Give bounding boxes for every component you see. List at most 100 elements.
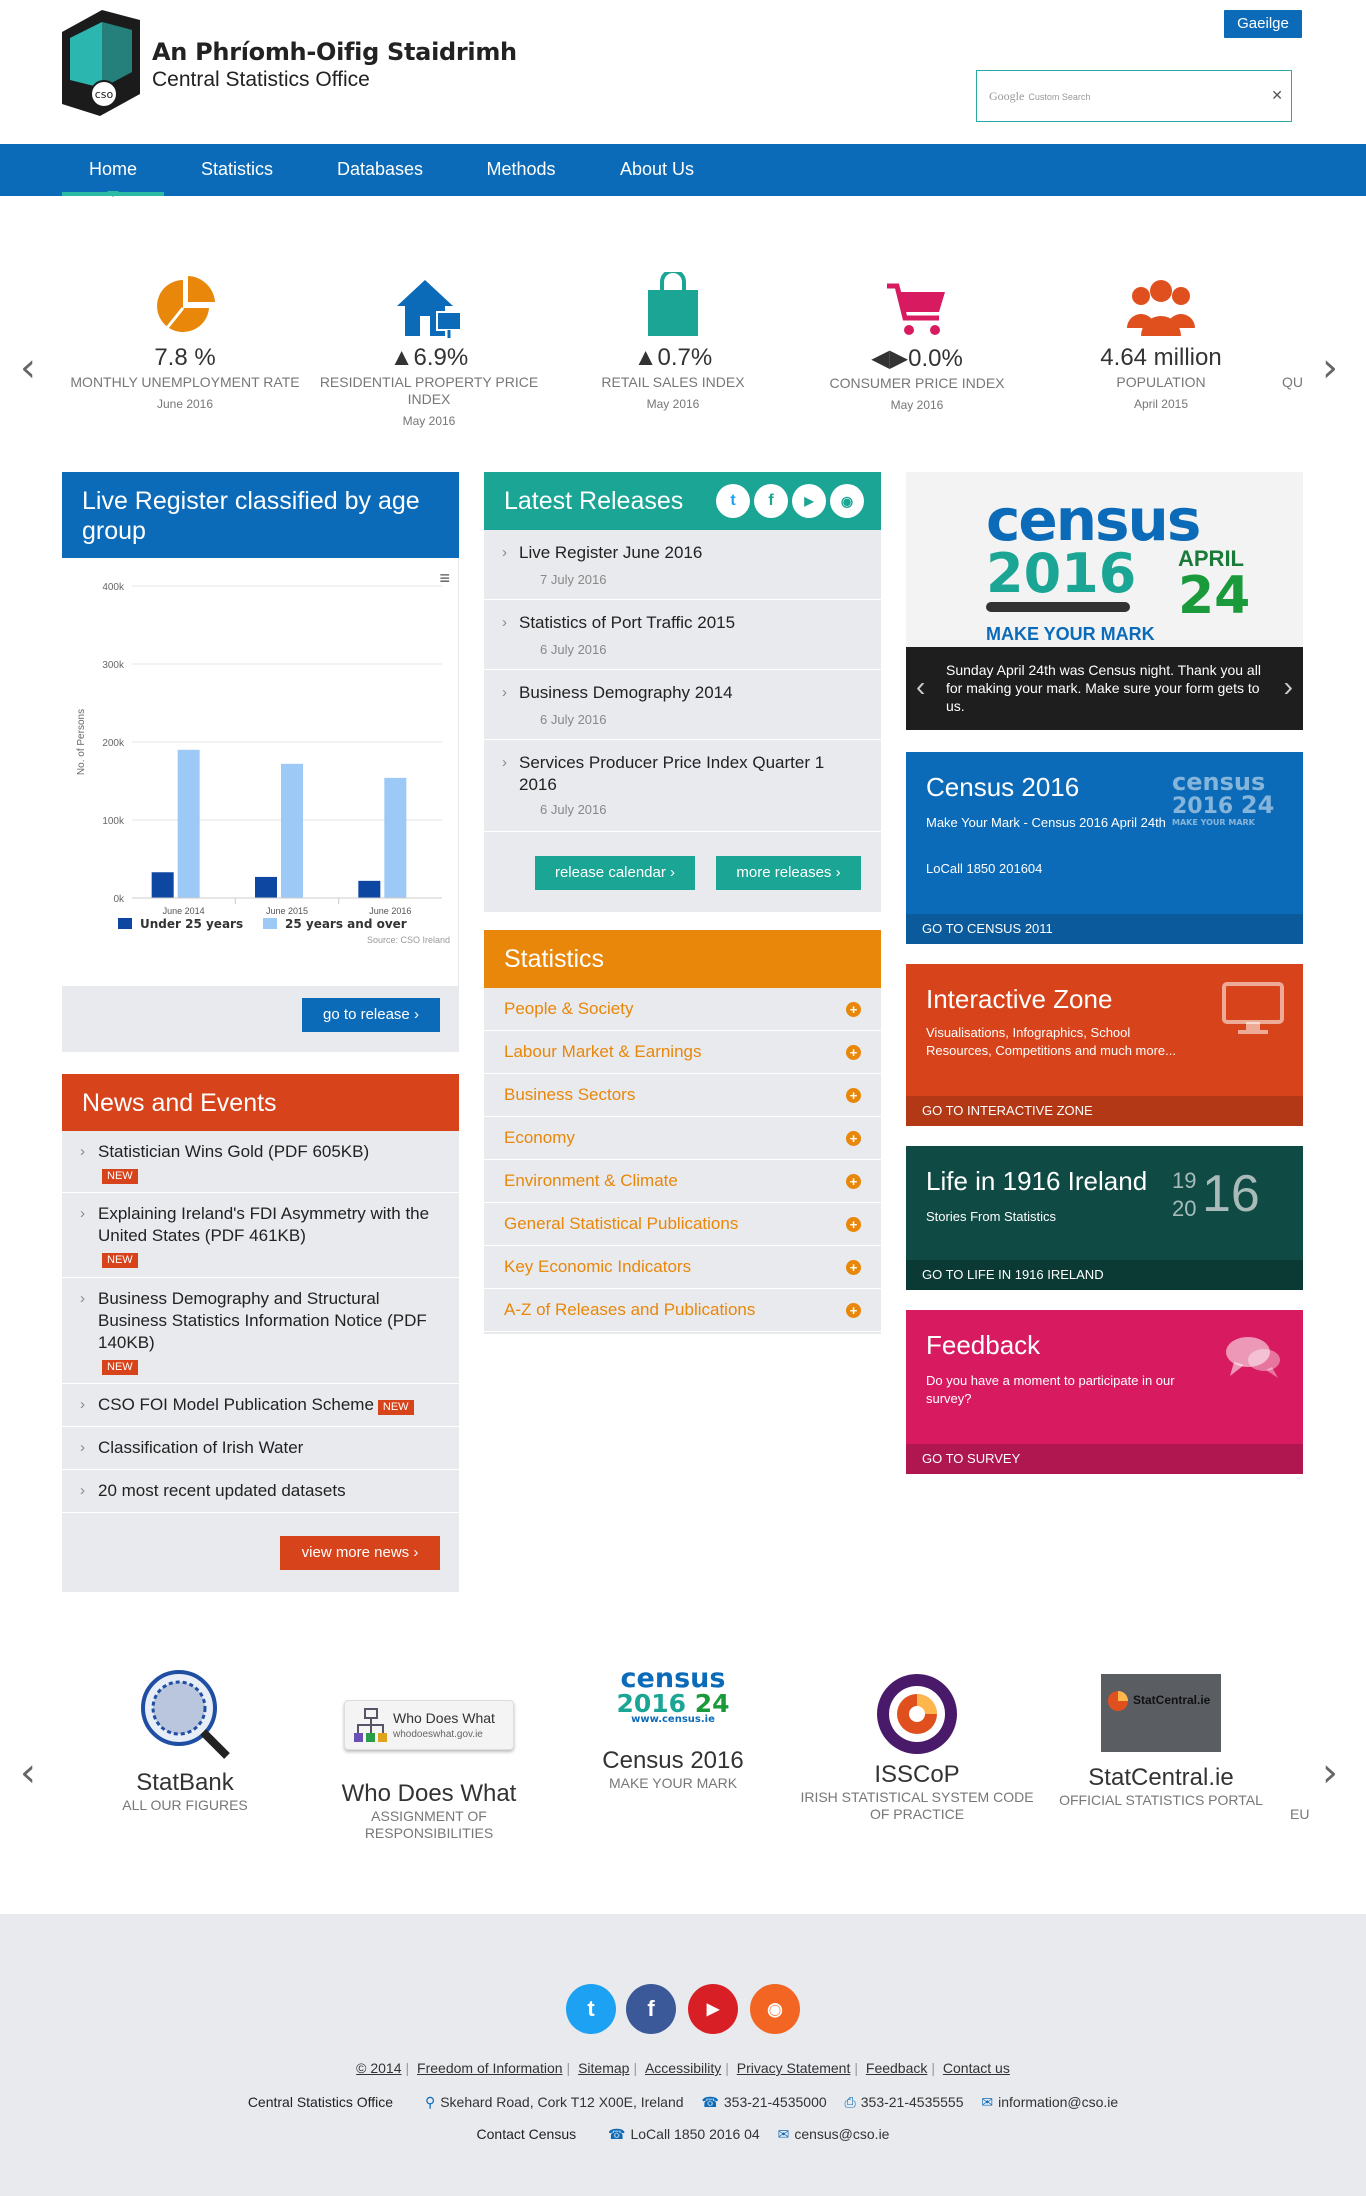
shopping-cart-icon	[887, 283, 945, 335]
partner-statbank[interactable]: StatBank ALL OUR FIGURES	[65, 1664, 305, 1814]
partners-prev-arrow[interactable]: ‹	[20, 1750, 36, 1796]
stat-population[interactable]: 4.64 million POPULATION April 2015	[1046, 260, 1276, 411]
footer-link-sitemap[interactable]: Sitemap	[578, 2060, 629, 2076]
statistics-category-item[interactable]: Economy +	[484, 1117, 881, 1160]
twitter-icon[interactable]: t	[716, 484, 750, 518]
statistics-category-item[interactable]: Labour Market & Earnings +	[484, 1031, 881, 1074]
news-item[interactable]: › Statistician Wins Gold (PDF 605KB) NEW	[62, 1131, 459, 1193]
more-releases-button[interactable]: more releases ›	[716, 856, 861, 890]
footer-facebook-icon[interactable]: f	[626, 1984, 676, 2034]
plus-icon[interactable]: +	[846, 1303, 861, 1318]
partner-statcentral[interactable]: StatCentral.ie StatCentral.ie OFFICIAL S…	[1041, 1674, 1281, 1809]
footer-phone[interactable]: 353-21-4535000	[724, 2094, 827, 2110]
footer-link-privacy[interactable]: Privacy Statement	[737, 2060, 851, 2076]
feedback-card[interactable]: Feedback Do you have a moment to partici…	[906, 1310, 1303, 1474]
nav-statistics[interactable]: Statistics	[180, 144, 294, 196]
release-item[interactable]: › Services Producer Price Index Quarter …	[484, 740, 881, 832]
partners-next-arrow[interactable]: ›	[1322, 1750, 1338, 1796]
go-to-census-link[interactable]: GO TO CENSUS 2011	[906, 914, 1303, 944]
release-item[interactable]: › Business Demography 2014 6 July 2016	[484, 670, 881, 740]
language-button[interactable]: Gaeilge	[1224, 10, 1302, 38]
statistics-category-item[interactable]: People & Society +	[484, 988, 881, 1031]
partner-subtitle: ASSIGNMENT OF RESPONSIBILITIES	[364, 1808, 494, 1841]
partner-isscop[interactable]: ISSCoP IRISH STATISTICAL SYSTEM CODE OF …	[797, 1672, 1037, 1823]
footer-twitter-icon[interactable]: t	[566, 1984, 616, 2034]
plus-icon[interactable]: +	[846, 1174, 861, 1189]
footer-census-phone[interactable]: LoCall 1850 2016 04	[630, 2126, 759, 2142]
nav-databases[interactable]: Databases	[320, 144, 440, 196]
news-item[interactable]: › 20 most recent updated datasets	[62, 1470, 459, 1513]
statistics-category-item[interactable]: Key Economic Indicators +	[484, 1246, 881, 1289]
stats-prev-arrow[interactable]: ‹	[20, 345, 36, 391]
footer-census-email[interactable]: census@cso.ie	[794, 2126, 889, 2142]
x-tick-label: June 2015	[266, 906, 308, 916]
footer-link-accessibility[interactable]: Accessibility	[645, 2060, 721, 2076]
statistics-category-item[interactable]: General Statistical Publications +	[484, 1203, 881, 1246]
footer-email[interactable]: information@cso.ie	[998, 2094, 1118, 2110]
interactive-zone-card[interactable]: Interactive Zone Visualisations, Infogra…	[906, 964, 1303, 1126]
plus-icon[interactable]: +	[846, 1260, 861, 1275]
plus-icon[interactable]: +	[846, 1131, 861, 1146]
chevron-right-icon: ›	[80, 1439, 85, 1456]
census-2016-card[interactable]: Census 2016 Make Your Mark - Census 2016…	[906, 752, 1303, 944]
stat-property-price[interactable]: ▲6.9% RESIDENTIAL PROPERTY PRICE INDEX M…	[314, 260, 544, 428]
chevron-right-icon: ›	[80, 1143, 85, 1160]
fax-icon: ⎙	[844, 2094, 856, 2110]
release-item[interactable]: › Statistics of Port Traffic 2015 6 July…	[484, 600, 881, 670]
stat-retail-sales[interactable]: ▲0.7% RETAIL SALES INDEX May 2016	[558, 260, 788, 411]
partner-who-does-what[interactable]: Who Does What whodoeswhat.gov.ie Who Doe…	[309, 1700, 549, 1842]
nav-about-us[interactable]: About Us	[602, 144, 712, 196]
footer-link-feedback[interactable]: Feedback	[866, 2060, 927, 2076]
footer-youtube-icon[interactable]: ▶	[688, 1984, 738, 2034]
release-item[interactable]: › Live Register June 2016 7 July 2016	[484, 530, 881, 600]
stat-consumer-price[interactable]: ◀▶0.0% CONSUMER PRICE INDEX May 2016	[802, 260, 1032, 412]
slider-prev-arrow[interactable]: ‹	[916, 671, 925, 703]
brand-irish: An Phríomh-Oifig Staidrimh	[152, 38, 517, 66]
partner-partial[interactable]: EU	[1290, 1806, 1310, 1822]
plus-icon[interactable]: +	[846, 1002, 861, 1017]
plus-icon[interactable]: +	[846, 1088, 861, 1103]
cso-logo[interactable]: cso	[62, 10, 140, 116]
partner-name: Census 2016	[602, 1746, 744, 1774]
view-more-news-button[interactable]: view more news ›	[280, 1536, 440, 1570]
statistics-category-item[interactable]: Environment & Climate +	[484, 1160, 881, 1203]
youtube-icon[interactable]: ▶	[792, 484, 826, 518]
go-to-life-in-1916-link[interactable]: GO TO LIFE IN 1916 IRELAND	[906, 1260, 1303, 1290]
go-to-survey-link[interactable]: GO TO SURVEY	[906, 1444, 1303, 1474]
statistics-category-item[interactable]: Business Sectors +	[484, 1074, 881, 1117]
search-box[interactable]: Google Custom Search ✕	[976, 70, 1292, 122]
stat-unemployment[interactable]: 7.8 % MONTHLY UNEMPLOYMENT RATE June 201…	[70, 260, 300, 411]
go-to-interactive-zone-link[interactable]: GO TO INTERACTIVE ZONE	[906, 1096, 1303, 1126]
footer-link-foi[interactable]: Freedom of Information	[417, 2060, 563, 2076]
chart-menu-icon[interactable]: ≡	[439, 568, 450, 589]
partner-census-2016[interactable]: census 2016 24 www.census.ie Census 2016…	[553, 1665, 793, 1792]
card-title: Census 2016	[926, 772, 1080, 802]
go-to-release-button[interactable]: go to release ›	[302, 998, 440, 1032]
stat-partial[interactable]: . QU	[1282, 260, 1308, 391]
news-item[interactable]: › CSO FOI Model Publication Scheme NEW	[62, 1384, 459, 1427]
panel-title: Live Register classified by age group	[62, 472, 459, 558]
chart-source: Source: CSO Ireland	[367, 935, 450, 945]
footer-link-contact[interactable]: Contact us	[943, 2060, 1010, 2076]
footer-links: © 2014 | Freedom of Information | Sitemap |…	[356, 2060, 1010, 2076]
news-item[interactable]: › Classification of Irish Water	[62, 1427, 459, 1470]
news-item[interactable]: › Explaining Ireland's FDI Asymmetry wit…	[62, 1193, 459, 1278]
footer-link-copyright[interactable]: © 2014	[356, 2060, 401, 2076]
y-tick-label: 100k	[102, 816, 125, 827]
slider-next-arrow[interactable]: ›	[1284, 671, 1293, 703]
rss-icon[interactable]: ◉	[830, 484, 864, 518]
statistics-category-item[interactable]: A-Z of Releases and Publications +	[484, 1289, 881, 1332]
news-item[interactable]: › Business Demography and Structural Bus…	[62, 1278, 459, 1384]
stats-next-arrow[interactable]: ›	[1322, 345, 1338, 391]
footer-rss-icon[interactable]: ◉	[750, 1984, 800, 2034]
clear-icon[interactable]: ✕	[1271, 87, 1283, 104]
nav-home[interactable]: Home	[62, 144, 164, 197]
census-slider[interactable]: census 2016 APRIL 24 MAKE YOUR MARK ‹ Su…	[906, 472, 1303, 730]
life-in-1916-card[interactable]: Life in 1916 Ireland Stories From Statis…	[906, 1146, 1303, 1290]
nav-methods[interactable]: Methods	[466, 144, 576, 196]
plus-icon[interactable]: +	[846, 1217, 861, 1232]
census-logo-day: 24	[1178, 566, 1251, 626]
release-calendar-button[interactable]: release calendar ›	[535, 856, 695, 890]
facebook-icon[interactable]: f	[754, 484, 788, 518]
plus-icon[interactable]: +	[846, 1045, 861, 1060]
